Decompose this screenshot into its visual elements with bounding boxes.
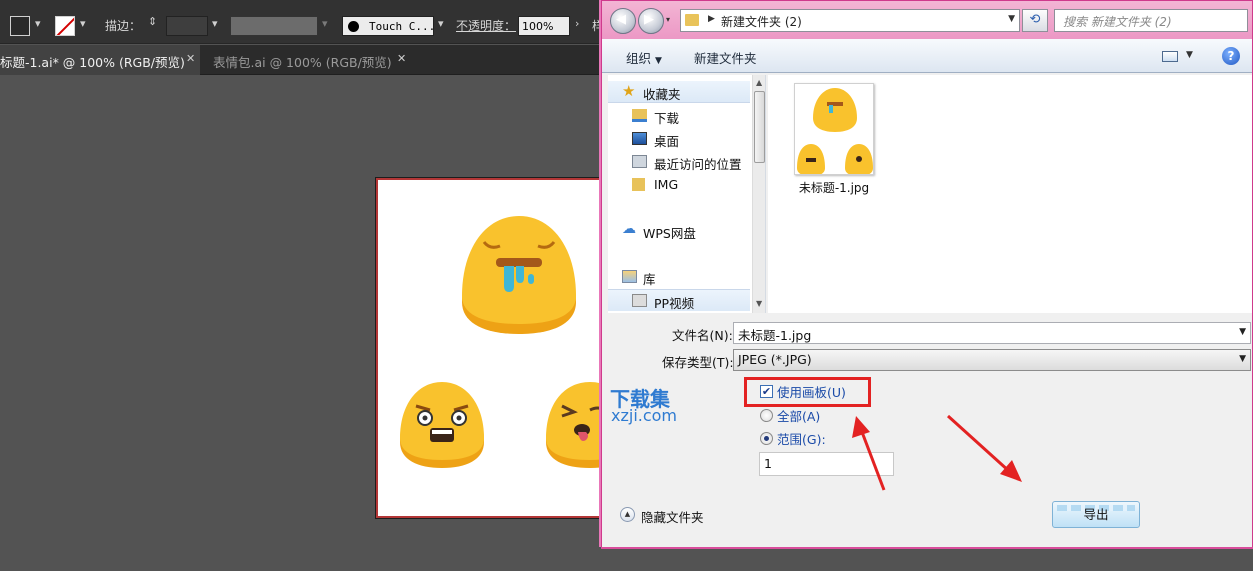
red-arrow-icon <box>852 416 886 491</box>
red-arrow-icon <box>946 414 1022 482</box>
site-watermark: 下载集 xzji.com <box>610 383 700 427</box>
annotation-arrows <box>852 414 1022 491</box>
watermark-en: xzji.com <box>611 406 678 425</box>
